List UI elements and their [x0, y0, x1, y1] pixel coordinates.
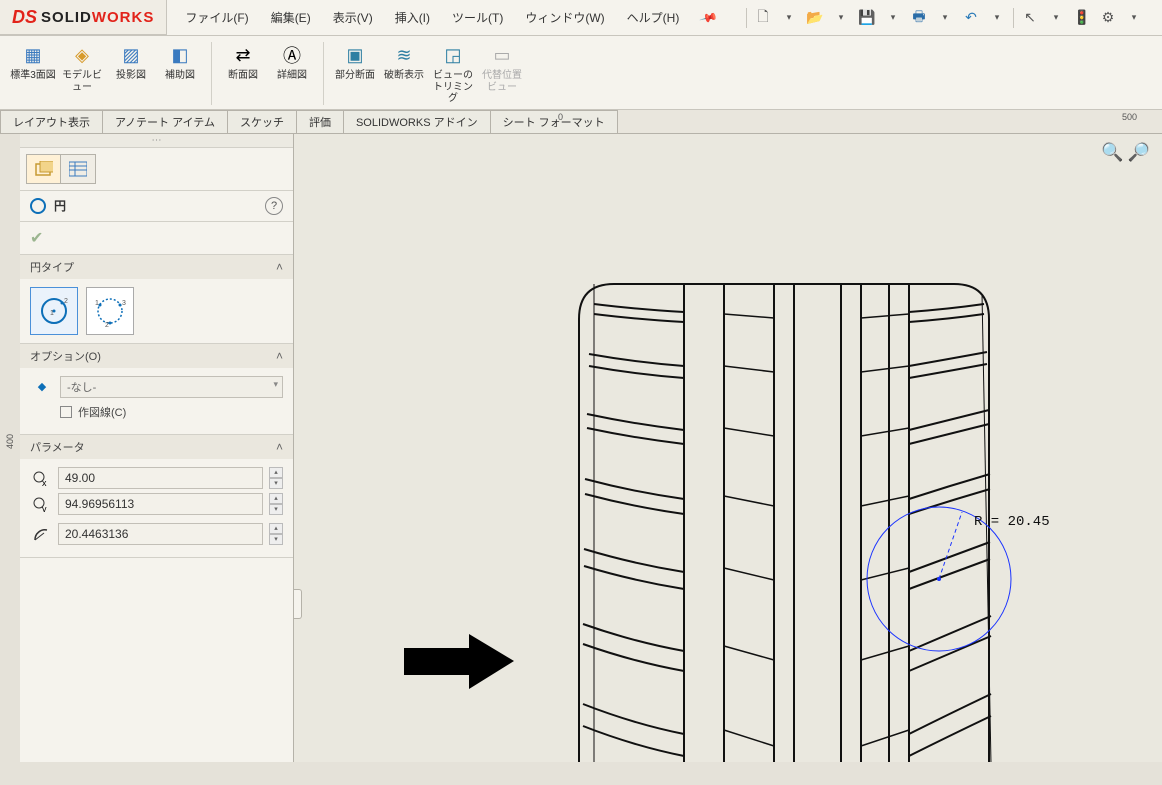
menu-view[interactable]: 表示(V) — [333, 9, 373, 26]
select-icon[interactable]: ↖ — [1020, 8, 1040, 28]
menu-items: ファイル(F) 編集(E) 表示(V) 挿入(I) ツール(T) ウィンドウ(W… — [167, 0, 716, 35]
ruler-horizontal: 0500 — [558, 112, 1162, 122]
save-icon[interactable]: 💾 — [857, 8, 877, 28]
tab-sketch[interactable]: スケッチ — [227, 110, 297, 133]
ribbon-broken-out-section[interactable]: ▣部分断面 — [332, 42, 378, 105]
param-y-spinner[interactable]: ▴▾ — [269, 493, 283, 515]
app-name: SOLIDWORKS — [41, 9, 154, 26]
chevron-up-icon: ˄ — [276, 349, 283, 363]
construction-label: 作図線(C) — [78, 404, 126, 420]
annotation-arrow-icon — [404, 634, 514, 694]
pm-title: 円 — [54, 197, 265, 214]
command-tabs: レイアウト表示 アノテート アイテム スケッチ 評価 SOLIDWORKS アド… — [0, 110, 1162, 134]
tab-layout[interactable]: レイアウト表示 — [0, 110, 103, 133]
menubar: DS SOLIDWORKS ファイル(F) 編集(E) 表示(V) 挿入(I) … — [0, 0, 1162, 36]
construction-checkbox[interactable] — [60, 406, 72, 418]
panel-drag-handle[interactable]: ⋯ — [20, 134, 293, 148]
pm-section-type-header[interactable]: 円タイプ˄ — [20, 255, 293, 279]
menu-file[interactable]: ファイル(F) — [185, 9, 248, 26]
pm-section-params: パラメータ˄ x ▴▾ y ▴▾ ▴▾ — [20, 435, 293, 558]
svg-text:2: 2 — [105, 322, 109, 329]
pin-icon[interactable]: 📌 — [699, 8, 719, 28]
ribbon-model-view[interactable]: ◈モデルビュー — [59, 42, 105, 105]
tab-eval[interactable]: 評価 — [296, 110, 344, 133]
new-doc-icon[interactable]: 🗋 — [753, 8, 773, 28]
undo-icon[interactable]: ↶ — [961, 8, 981, 28]
drawing-canvas[interactable]: 🔍 🔎 — [294, 134, 1162, 762]
menu-edit[interactable]: 編集(E) — [271, 9, 311, 26]
tab-annotate[interactable]: アノテート アイテム — [102, 110, 228, 133]
work-area: 400 ⋯ 円 ? ✔ 円タイプ˄ — [0, 134, 1162, 762]
param-x-spinner[interactable]: ▴▾ — [269, 467, 283, 489]
param-r-icon — [30, 525, 52, 543]
param-y-input[interactable] — [58, 493, 263, 515]
app-logo: DS SOLIDWORKS — [0, 0, 167, 35]
ruler-vertical: 400 — [0, 134, 20, 762]
svg-text:3: 3 — [122, 300, 126, 307]
svg-text:2: 2 — [64, 298, 68, 305]
chevron-up-icon: ˄ — [276, 260, 283, 274]
radius-dimension-label: R = 20.45 — [974, 514, 1050, 530]
circle-type-perimeter[interactable]: 1 3 2 — [86, 287, 134, 335]
param-r-input[interactable] — [58, 523, 263, 545]
pm-section-params-header[interactable]: パラメータ˄ — [20, 435, 293, 459]
rebuild-icon[interactable]: 🚦 — [1072, 8, 1092, 28]
ribbon-section-view[interactable]: ⇄断面図 — [220, 42, 266, 105]
ribbon-detail-view[interactable]: Ⓐ詳細図 — [269, 42, 315, 105]
menu-window[interactable]: ウィンドウ(W) — [525, 9, 604, 26]
pm-confirm-row: ✔ — [20, 222, 293, 255]
pm-tab-row — [20, 148, 293, 191]
svg-text:y: y — [42, 504, 47, 512]
svg-text:x: x — [42, 478, 47, 486]
option-select[interactable]: -なし- — [60, 376, 283, 398]
menu-tools[interactable]: ツール(T) — [452, 9, 503, 26]
param-x-input[interactable] — [58, 467, 263, 489]
open-icon[interactable]: 📂 — [805, 8, 825, 28]
param-y-icon: y — [30, 495, 52, 513]
pm-header: 円 ? — [20, 191, 293, 222]
menu-insert[interactable]: 挿入(I) — [395, 9, 430, 26]
pm-section-options-header[interactable]: オプション(O)˄ — [20, 344, 293, 368]
logo-ds-icon: DS — [12, 7, 37, 28]
options-icon[interactable]: ⚙ — [1098, 8, 1118, 28]
ribbon-projected-view[interactable]: ▨投影図 — [108, 42, 154, 105]
relation-icon: ◆ — [30, 380, 54, 393]
ribbon-toolbar: ▦標準3面図 ◈モデルビュー ▨投影図 ◧補助図 ⇄断面図 Ⓐ詳細図 ▣部分断面… — [0, 36, 1162, 110]
property-manager: ⋯ 円 ? ✔ 円タイプ˄ — [20, 134, 294, 762]
quick-access-toolbar: 🗋▾ 📂▾ 💾▾ 🖶▾ ↶▾ ↖▾ 🚦 ⚙▾ — [746, 0, 1162, 35]
ribbon-auxiliary-view[interactable]: ◧補助図 — [157, 42, 203, 105]
circle-icon — [30, 198, 46, 214]
tab-addins[interactable]: SOLIDWORKS アドイン — [343, 110, 491, 133]
pm-tab-feature-icon[interactable] — [27, 155, 61, 183]
circle-type-center[interactable]: 12 — [30, 287, 78, 335]
menu-help[interactable]: ヘルプ(H) — [627, 9, 680, 26]
help-icon[interactable]: ? — [265, 197, 283, 215]
ribbon-crop-view[interactable]: ◲ビューのトリミング — [430, 42, 476, 105]
confirm-check-icon[interactable]: ✔ — [30, 230, 43, 247]
pm-section-type: 円タイプ˄ 12 132 — [20, 255, 293, 344]
svg-text:1: 1 — [95, 300, 99, 307]
chevron-up-icon: ˄ — [276, 440, 283, 454]
param-r-spinner[interactable]: ▴▾ — [269, 523, 283, 545]
pm-tab-property-icon[interactable] — [61, 155, 95, 183]
print-icon[interactable]: 🖶 — [909, 8, 929, 28]
pm-section-options: オプション(O)˄ ◆ -なし- 作図線(C) — [20, 344, 293, 435]
param-x-icon: x — [30, 469, 52, 487]
ribbon-alternate-position: ▭代替位置ビュー — [479, 42, 525, 105]
ribbon-break-view[interactable]: ≋破断表示 — [381, 42, 427, 105]
ribbon-standard-3view[interactable]: ▦標準3面図 — [10, 42, 56, 105]
svg-text:1: 1 — [50, 310, 54, 317]
